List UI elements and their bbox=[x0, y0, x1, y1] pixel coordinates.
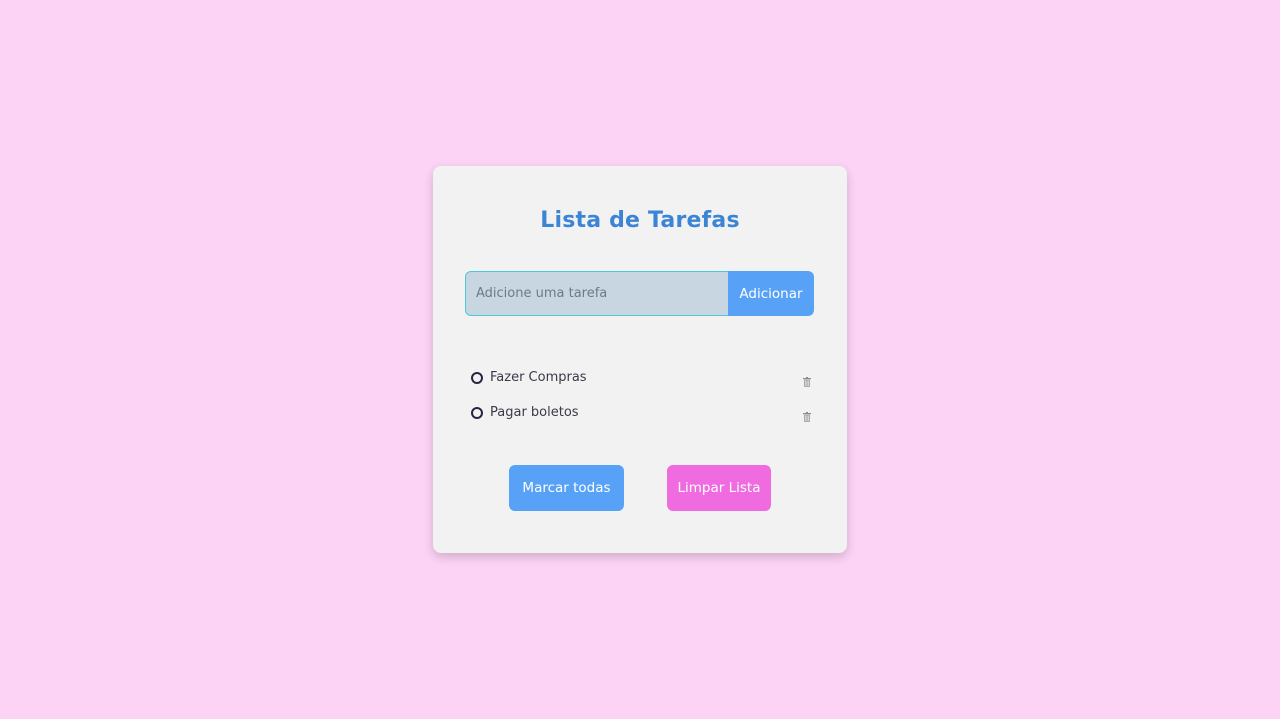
clear-list-button[interactable]: Limpar Lista bbox=[667, 465, 771, 511]
circle-outline-icon[interactable] bbox=[471, 406, 483, 419]
add-task-button[interactable]: Adicionar bbox=[728, 271, 814, 316]
task-input[interactable] bbox=[465, 271, 728, 316]
task-text: Pagar boletos bbox=[490, 405, 579, 420]
todo-card: Lista de Tarefas Adicionar Fazer Compras bbox=[433, 166, 847, 553]
list-item: Fazer Compras bbox=[471, 360, 811, 395]
trash-icon[interactable] bbox=[803, 372, 811, 387]
circle-outline-icon[interactable] bbox=[471, 371, 483, 384]
task-text: Fazer Compras bbox=[490, 370, 587, 385]
mark-all-button[interactable]: Marcar todas bbox=[509, 465, 624, 511]
task-list: Fazer Compras Pagar boletos bbox=[471, 360, 811, 430]
page-title: Lista de Tarefas bbox=[540, 208, 740, 233]
list-item: Pagar boletos bbox=[471, 395, 811, 430]
add-task-row: Adicionar bbox=[465, 271, 814, 316]
trash-icon[interactable] bbox=[803, 407, 811, 422]
